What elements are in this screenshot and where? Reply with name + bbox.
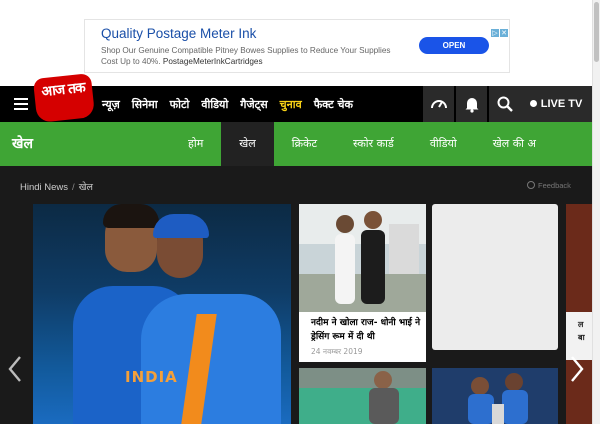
tab-more-sports[interactable]: खेल की अ	[475, 122, 554, 166]
logo-text: आज तक	[40, 79, 86, 101]
aajtak-logo[interactable]: आज तक	[32, 73, 96, 123]
story-thumbnail-3[interactable]	[432, 368, 558, 424]
story-card[interactable]: नदीम ने खोला राज- धोनी भाई ने ड्रेसिंग र…	[299, 204, 426, 362]
ad-banner[interactable]: Quality Postage Meter Ink Shop Our Genui…	[84, 19, 510, 73]
carousel-prev-arrow-icon[interactable]	[6, 354, 24, 384]
ad-choices-icon[interactable]: ▷ ✕	[490, 20, 508, 37]
hero-player-right-cap	[153, 214, 209, 238]
nav-item-election[interactable]: चुनाव	[280, 97, 302, 112]
speedometer-icon	[431, 100, 447, 109]
notification-button[interactable]	[455, 86, 487, 122]
live-tv-button[interactable]: LIVE TV	[520, 86, 592, 122]
tab-cricket[interactable]: क्रिकेट	[274, 122, 335, 166]
ad-body: Shop Our Genuine Compatible Pitney Bowes…	[101, 45, 401, 67]
hero-story-image[interactable]: INDIA	[33, 204, 291, 424]
nav-items: न्यूज़ सिनेमा फोटो वीडियो गैजेट्स चुनाव …	[102, 86, 365, 122]
ad-area: Quality Postage Meter Ink Shop Our Genui…	[0, 0, 592, 86]
breadcrumb-separator: /	[72, 182, 75, 193]
hero-jersey-text: INDIA	[125, 368, 178, 386]
section-nav: खेल होम खेल क्रिकेट स्कोर कार्ड वीडियो ख…	[0, 122, 592, 166]
tab-video[interactable]: वीडियो	[412, 122, 475, 166]
section-title[interactable]: खेल	[12, 134, 33, 153]
breadcrumb: Hindi News / खेल	[20, 180, 93, 193]
main-content: Hindi News / खेल Feedback INDIA नदीम ने …	[0, 166, 592, 424]
search-button[interactable]	[488, 86, 520, 122]
nav-item-news[interactable]: न्यूज़	[102, 97, 120, 112]
hamburger-menu-icon[interactable]	[14, 98, 28, 110]
feedback-label: Feedback	[538, 181, 571, 190]
search-icon	[497, 96, 513, 112]
nav-item-fact-check[interactable]: फैक्ट चेक	[314, 97, 353, 112]
feedback-icon	[527, 181, 535, 189]
section-tabs: होम खेल क्रिकेट स्कोर कार्ड वीडियो खेल क…	[170, 122, 554, 166]
bell-icon	[465, 98, 479, 113]
nav-item-cinema[interactable]: सिनेमा	[132, 97, 158, 112]
story-card-image	[299, 204, 426, 312]
story-thumbnail-2[interactable]	[299, 368, 426, 424]
hero-player-left-hair	[103, 204, 159, 228]
page: Quality Postage Meter Ink Shop Our Genui…	[0, 0, 600, 424]
tab-home[interactable]: होम	[170, 122, 221, 166]
live-tv-label: LIVE TV	[540, 98, 583, 110]
ad-body-line2: Cost Up to 40%.	[101, 57, 161, 66]
nav-item-video[interactable]: वीडियो	[201, 97, 228, 112]
scrollbar-thumb[interactable]	[594, 2, 599, 62]
story-card-partial-text: ल बा	[578, 318, 585, 344]
breadcrumb-current: खेल	[78, 182, 93, 193]
ad-placeholder	[432, 204, 558, 350]
speedometer-button[interactable]	[422, 86, 454, 122]
edge-text-line1: ल	[578, 320, 584, 329]
edge-text-line2: बा	[578, 333, 585, 342]
nav-item-photo[interactable]: फोटो	[170, 97, 190, 112]
carousel-next-arrow-icon[interactable]	[568, 354, 586, 384]
ad-body-line1: Shop Our Genuine Compatible Pitney Bowes…	[101, 46, 391, 55]
breadcrumb-home[interactable]: Hindi News	[20, 182, 68, 193]
story-card-headline[interactable]: नदीम ने खोला राज- धोनी भाई ने ड्रेसिंग र…	[311, 316, 421, 344]
story-card-date: 24 नवम्बर 2019	[311, 347, 363, 356]
ad-open-button[interactable]: OPEN	[419, 37, 489, 54]
ad-title[interactable]: Quality Postage Meter Ink	[101, 26, 256, 41]
tab-sports[interactable]: खेल	[221, 122, 274, 166]
live-dot-icon	[529, 100, 537, 107]
tab-scorecard[interactable]: स्कोर कार्ड	[335, 122, 412, 166]
nav-item-gadgets[interactable]: गैजेट्स	[240, 97, 267, 112]
feedback-link[interactable]: Feedback	[527, 181, 571, 190]
page-scrollbar[interactable]	[592, 0, 600, 424]
ad-site[interactable]: PostageMeterInkCartridges	[163, 57, 263, 66]
